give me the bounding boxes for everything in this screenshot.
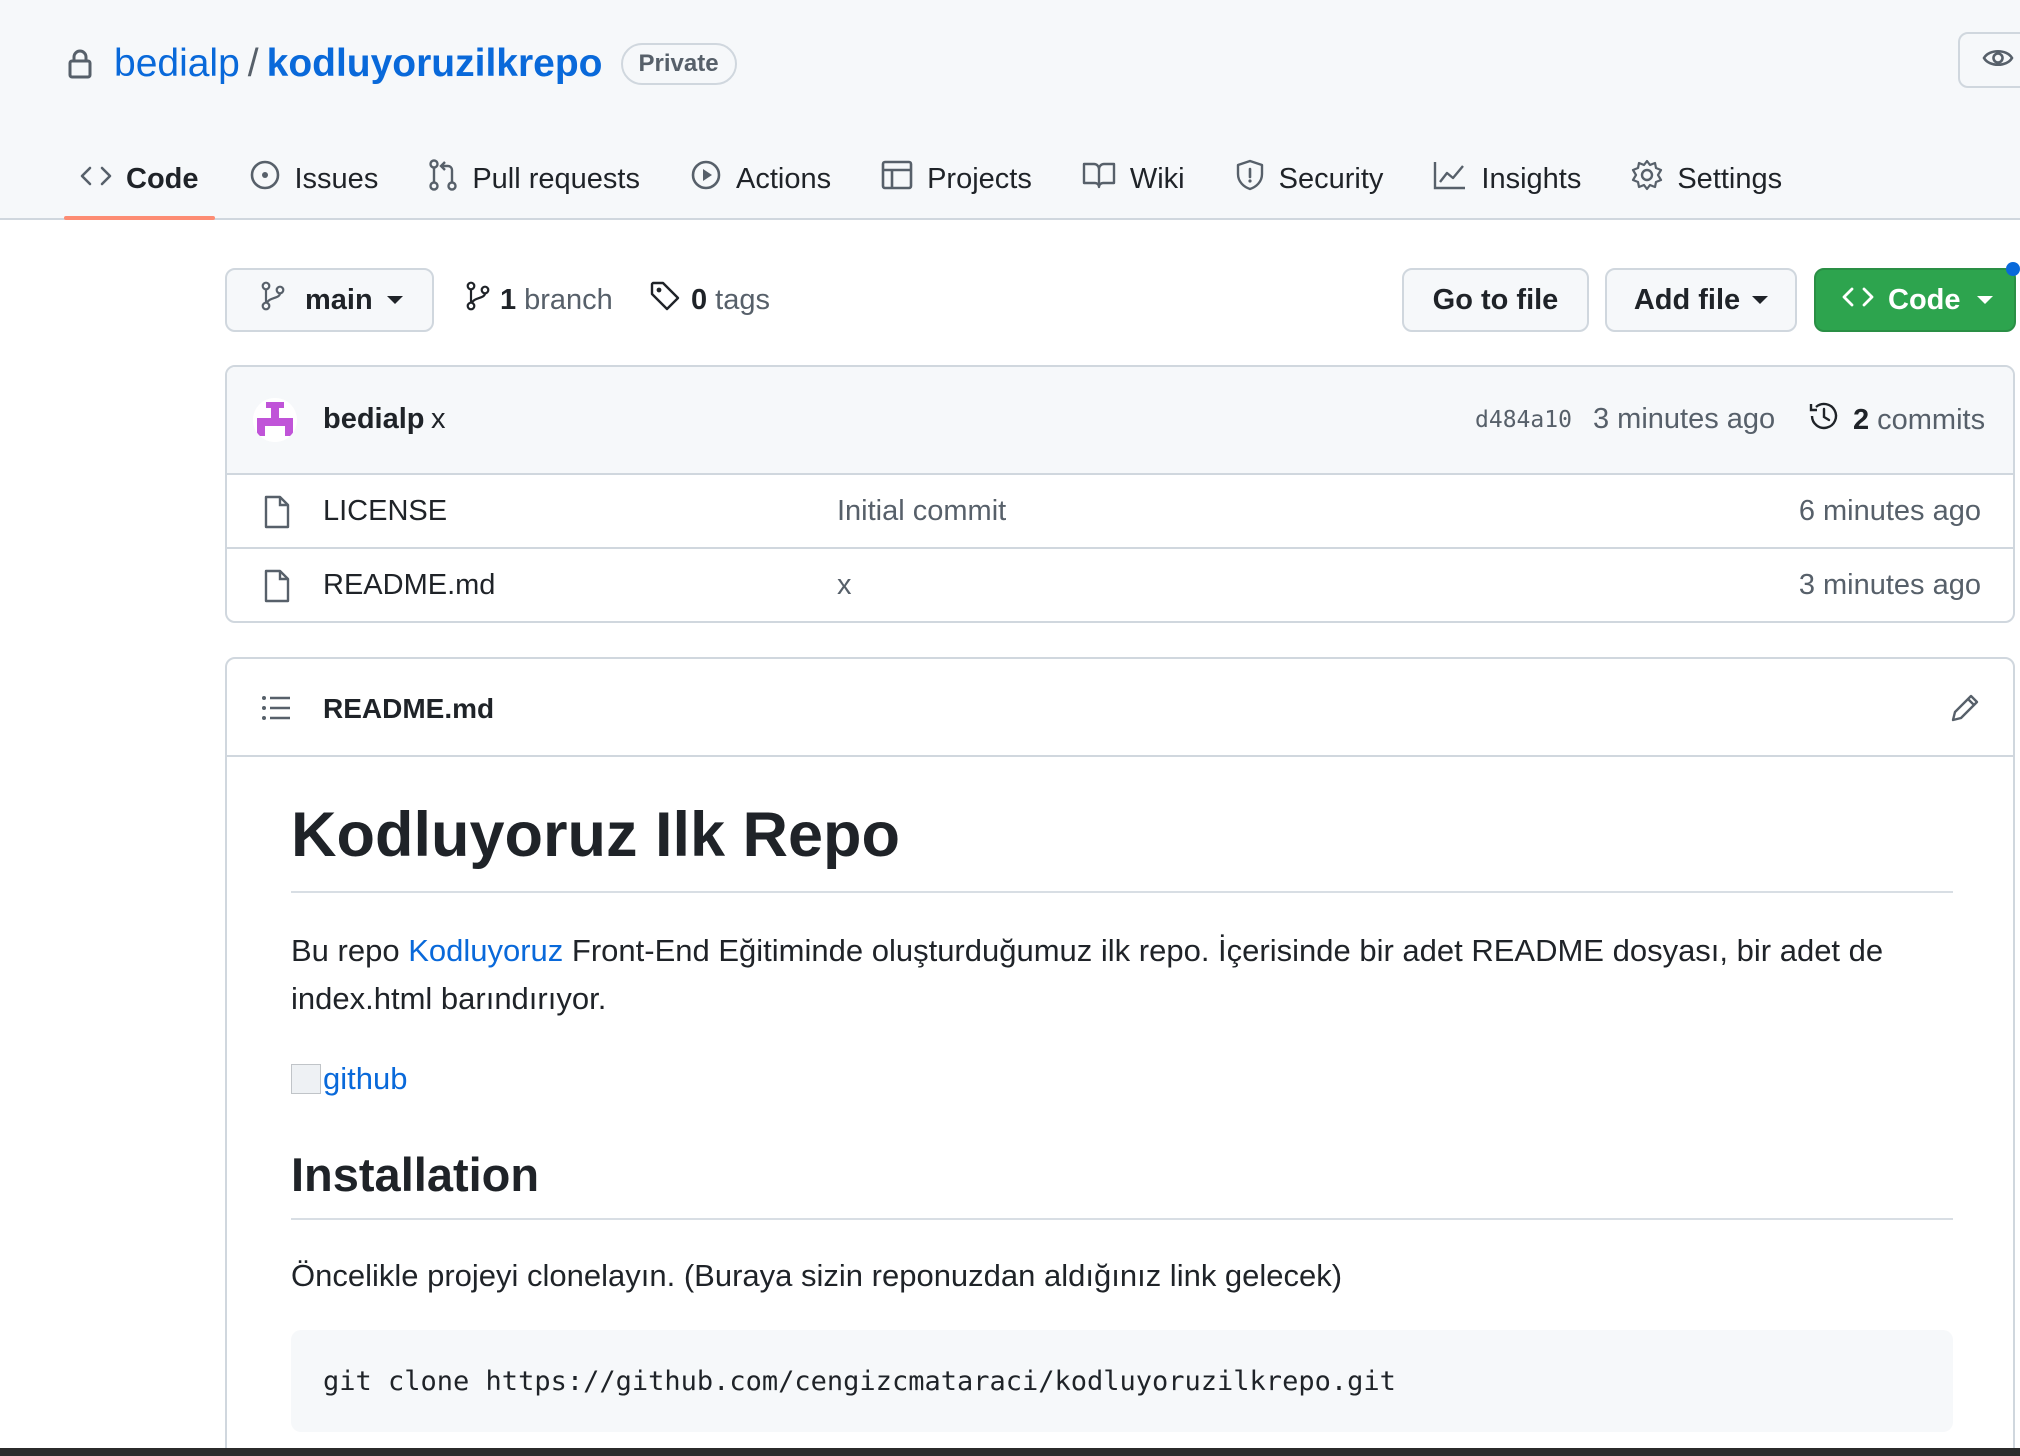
window-bottom-edge [0, 1448, 2020, 1456]
file-commit-time: 3 minutes ago [1798, 569, 1981, 601]
graph-icon [1433, 160, 1481, 198]
tab-issues[interactable]: Issues [233, 140, 395, 218]
tab-label: Insights [1481, 162, 1582, 195]
chevron-down-icon [1752, 296, 1769, 304]
avatar[interactable] [253, 398, 297, 442]
file-commit-time: 6 minutes ago [1798, 495, 1981, 527]
file-name-link[interactable]: LICENSE [323, 495, 447, 528]
notification-dot [2006, 262, 2020, 276]
intro-text: Bu repo [291, 933, 409, 968]
tab-wiki[interactable]: Wiki [1066, 140, 1201, 218]
readme-filename: README.md [323, 693, 495, 724]
list-icon[interactable] [261, 694, 291, 727]
eye-icon [1982, 47, 2014, 74]
commit-message-link[interactable]: x [431, 403, 446, 436]
tag-icon [649, 280, 681, 320]
tab-pull-requests[interactable]: Pull requests [412, 140, 656, 218]
issue-icon [249, 159, 295, 199]
branches-link[interactable]: 1 branch [466, 280, 613, 320]
code-dropdown-button[interactable]: Code [1814, 268, 2016, 332]
tag-count: 0 [691, 283, 708, 316]
go-to-file-button[interactable]: Go to file [1402, 268, 1589, 332]
clone-command-block[interactable]: git clone https://github.com/cengizcmata… [291, 1330, 1953, 1432]
tab-insights[interactable]: Insights [1417, 140, 1597, 218]
tab-settings[interactable]: Settings [1615, 140, 1798, 218]
code-button-label: Code [1888, 283, 1961, 316]
file-icon [263, 569, 291, 608]
readme-panel: README.md Kodluyoruz Ilk Repo Bu repo Ko… [225, 657, 2015, 1456]
code-icon [1842, 284, 1874, 317]
gear-icon [1631, 159, 1677, 199]
play-icon [690, 159, 736, 199]
chevron-down-icon [386, 296, 403, 304]
repo-header: bedialp / kodluyoruzilkrepo Private Code… [0, 0, 2020, 220]
kodluyoruz-link[interactable]: Kodluyoruz [408, 933, 563, 968]
pull-request-icon [428, 159, 472, 199]
branch-select-button[interactable]: main [225, 268, 434, 332]
branch-name: main [305, 283, 373, 316]
history-icon [1807, 399, 1841, 441]
commit-label: commits [1877, 403, 1986, 436]
install-text: Öncelikle projeyi clonelayın. (Buraya si… [291, 1258, 1343, 1293]
file-row: LICENSE Initial commit 6 minutes ago [227, 475, 2013, 549]
repo-path-separator: / [247, 42, 259, 85]
readme-header: README.md [227, 659, 2013, 757]
repo-owner-link[interactable]: bedialp [114, 42, 240, 86]
tab-label: Code [126, 162, 199, 195]
readme-heading: Kodluyoruz Ilk Repo [291, 799, 1953, 893]
tab-code[interactable]: Code [64, 140, 215, 220]
file-icon [263, 495, 291, 534]
add-file-button[interactable]: Add file [1605, 268, 1797, 332]
commit-time: 3 minutes ago [1593, 403, 1776, 435]
readme-content: Kodluyoruz Ilk Repo Bu repo Kodluyoruz F… [291, 757, 1953, 1432]
file-row: README.md x 3 minutes ago [227, 549, 2013, 621]
commit-count: 2 [1853, 403, 1870, 436]
commit-author-link[interactable]: bedialp [323, 403, 425, 436]
tab-label: Pull requests [472, 162, 640, 195]
broken-image-icon [291, 1064, 321, 1094]
tab-label: Projects [927, 162, 1032, 195]
tags-link[interactable]: 0 tags [649, 280, 770, 320]
tag-label: tags [715, 283, 770, 316]
file-commit-message-link[interactable]: Initial commit [837, 495, 1006, 528]
git-branch-icon [261, 281, 285, 319]
branch-label: branch [524, 283, 613, 316]
table-icon [881, 159, 927, 199]
repo-nav-tabs: Code Issues Pull requests Actions Projec… [64, 140, 1816, 220]
file-commit-message-link[interactable]: x [837, 569, 852, 602]
pencil-icon[interactable] [1949, 692, 1981, 729]
github-image-link[interactable]: github [291, 1061, 1953, 1097]
tab-actions[interactable]: Actions [674, 140, 847, 218]
chevron-down-icon [1976, 296, 1993, 304]
commits-history-link[interactable]: 2 commits [1807, 399, 1985, 441]
lock-icon [66, 47, 94, 81]
repo-title: bedialp / kodluyoruzilkrepo Private [66, 38, 737, 90]
tab-label: Actions [735, 162, 832, 195]
tab-projects[interactable]: Projects [865, 140, 1048, 218]
git-branch-icon [466, 281, 490, 319]
commit-sha-link[interactable]: d484a10 [1475, 407, 1572, 433]
shield-icon [1235, 159, 1279, 199]
code-icon [80, 163, 126, 196]
visibility-badge: Private [620, 43, 737, 85]
file-list: bedialp x d484a10 3 minutes ago 2 commit… [225, 365, 2015, 623]
tab-security[interactable]: Security [1219, 140, 1400, 218]
branch-count: 1 [500, 283, 517, 316]
tab-label: Security [1278, 162, 1384, 195]
add-file-label: Add file [1633, 283, 1741, 316]
repo-name-link[interactable]: kodluyoruzilkrepo [267, 42, 603, 86]
file-name-link[interactable]: README.md [323, 569, 495, 602]
watch-button[interactable] [1958, 32, 2020, 88]
installation-heading: Installation [291, 1147, 1953, 1220]
tab-label: Issues [294, 162, 379, 195]
image-alt-text: github [323, 1061, 408, 1096]
readme-intro: Bu repo Kodluyoruz Front-End Eğitiminde … [291, 927, 1953, 1023]
tab-label: Settings [1677, 162, 1783, 195]
latest-commit-bar: bedialp x d484a10 3 minutes ago 2 commit… [227, 367, 2013, 475]
book-icon [1082, 161, 1130, 197]
tab-label: Wiki [1129, 162, 1185, 195]
